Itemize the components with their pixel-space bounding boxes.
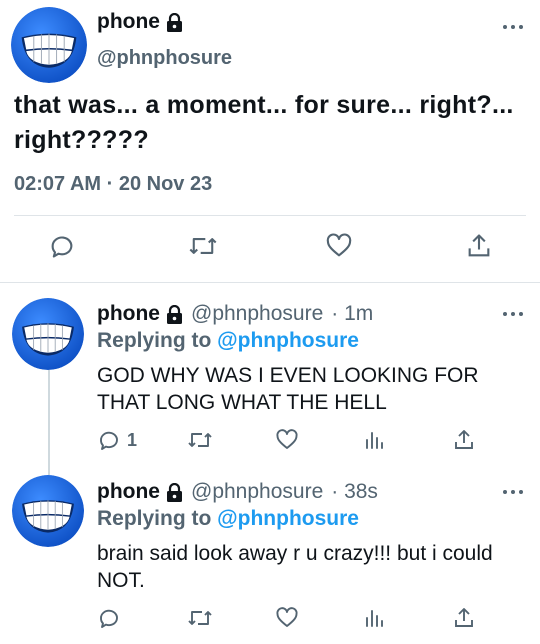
reply-text: brain said look away r u crazy!!! but i … xyxy=(97,542,493,592)
replying-to: Replying to @phnphosure xyxy=(97,329,359,353)
avatar[interactable] xyxy=(11,7,87,83)
lock-icon xyxy=(166,482,183,502)
retweet-icon xyxy=(189,238,217,254)
divider xyxy=(14,215,526,216)
replying-to: Replying to @phnphosure xyxy=(97,507,359,531)
lock-icon xyxy=(166,12,183,32)
reply-icon xyxy=(100,431,118,450)
analytics-button[interactable] xyxy=(362,606,386,630)
like-icon xyxy=(326,233,352,257)
display-name[interactable]: phone xyxy=(97,302,160,326)
share-icon xyxy=(455,430,473,449)
share-button[interactable] xyxy=(452,606,476,630)
reply-count: 1 xyxy=(127,429,138,450)
thread-line xyxy=(48,370,50,475)
lock-icon xyxy=(166,304,183,324)
divider xyxy=(0,282,540,283)
share-button[interactable] xyxy=(465,232,493,260)
like-icon xyxy=(276,607,298,627)
replying-prefix: Replying to xyxy=(97,507,218,530)
tweet-text: that was... a moment... for sure... righ… xyxy=(14,91,514,154)
reply-icon xyxy=(51,236,73,258)
display-name[interactable]: phone xyxy=(97,480,160,504)
analytics-icon xyxy=(366,610,383,627)
reply-text: GOD WHY WAS I EVEN LOOKING FOR THAT LONG… xyxy=(97,364,479,414)
like-button[interactable] xyxy=(275,606,299,630)
retweet-icon xyxy=(188,611,212,625)
replying-prefix: Replying to xyxy=(97,329,218,352)
relative-time[interactable]: · 1m xyxy=(331,302,373,326)
retweet-button[interactable] xyxy=(188,232,218,260)
reply-header: phone @phnphosure · 1m xyxy=(97,302,373,326)
retweet-button[interactable] xyxy=(187,606,213,630)
avatar[interactable] xyxy=(12,475,84,547)
mention-link[interactable]: @phnphosure xyxy=(217,329,359,352)
share-icon xyxy=(468,234,490,257)
handle[interactable]: @phnphosure xyxy=(191,302,323,326)
reply-button[interactable]: 1 xyxy=(97,428,137,452)
analytics-icon xyxy=(366,432,383,449)
timestamp[interactable]: 02:07 AM · 20 Nov 23 xyxy=(14,173,212,196)
more-icon[interactable] xyxy=(502,487,524,497)
relative-time[interactable]: · 38s xyxy=(331,480,378,504)
reply-icon xyxy=(100,609,118,628)
retweet-button[interactable] xyxy=(187,428,213,452)
retweet-icon xyxy=(188,433,212,447)
like-button[interactable] xyxy=(325,232,353,260)
display-name[interactable]: phone xyxy=(97,10,183,34)
like-button[interactable] xyxy=(275,428,299,452)
share-icon xyxy=(455,608,473,627)
reply-button[interactable] xyxy=(48,232,76,260)
reply-header: phone @phnphosure · 38s xyxy=(97,480,378,504)
avatar[interactable] xyxy=(12,298,84,370)
more-icon[interactable] xyxy=(502,22,524,32)
like-icon xyxy=(276,429,298,449)
reply-button[interactable] xyxy=(97,606,129,630)
display-name-text[interactable]: phone xyxy=(97,10,160,34)
share-button[interactable] xyxy=(452,428,476,452)
mention-link[interactable]: @phnphosure xyxy=(217,507,359,530)
handle[interactable]: @phnphosure xyxy=(97,47,232,70)
analytics-button[interactable] xyxy=(362,428,386,452)
handle[interactable]: @phnphosure xyxy=(191,480,323,504)
more-icon[interactable] xyxy=(502,309,524,319)
